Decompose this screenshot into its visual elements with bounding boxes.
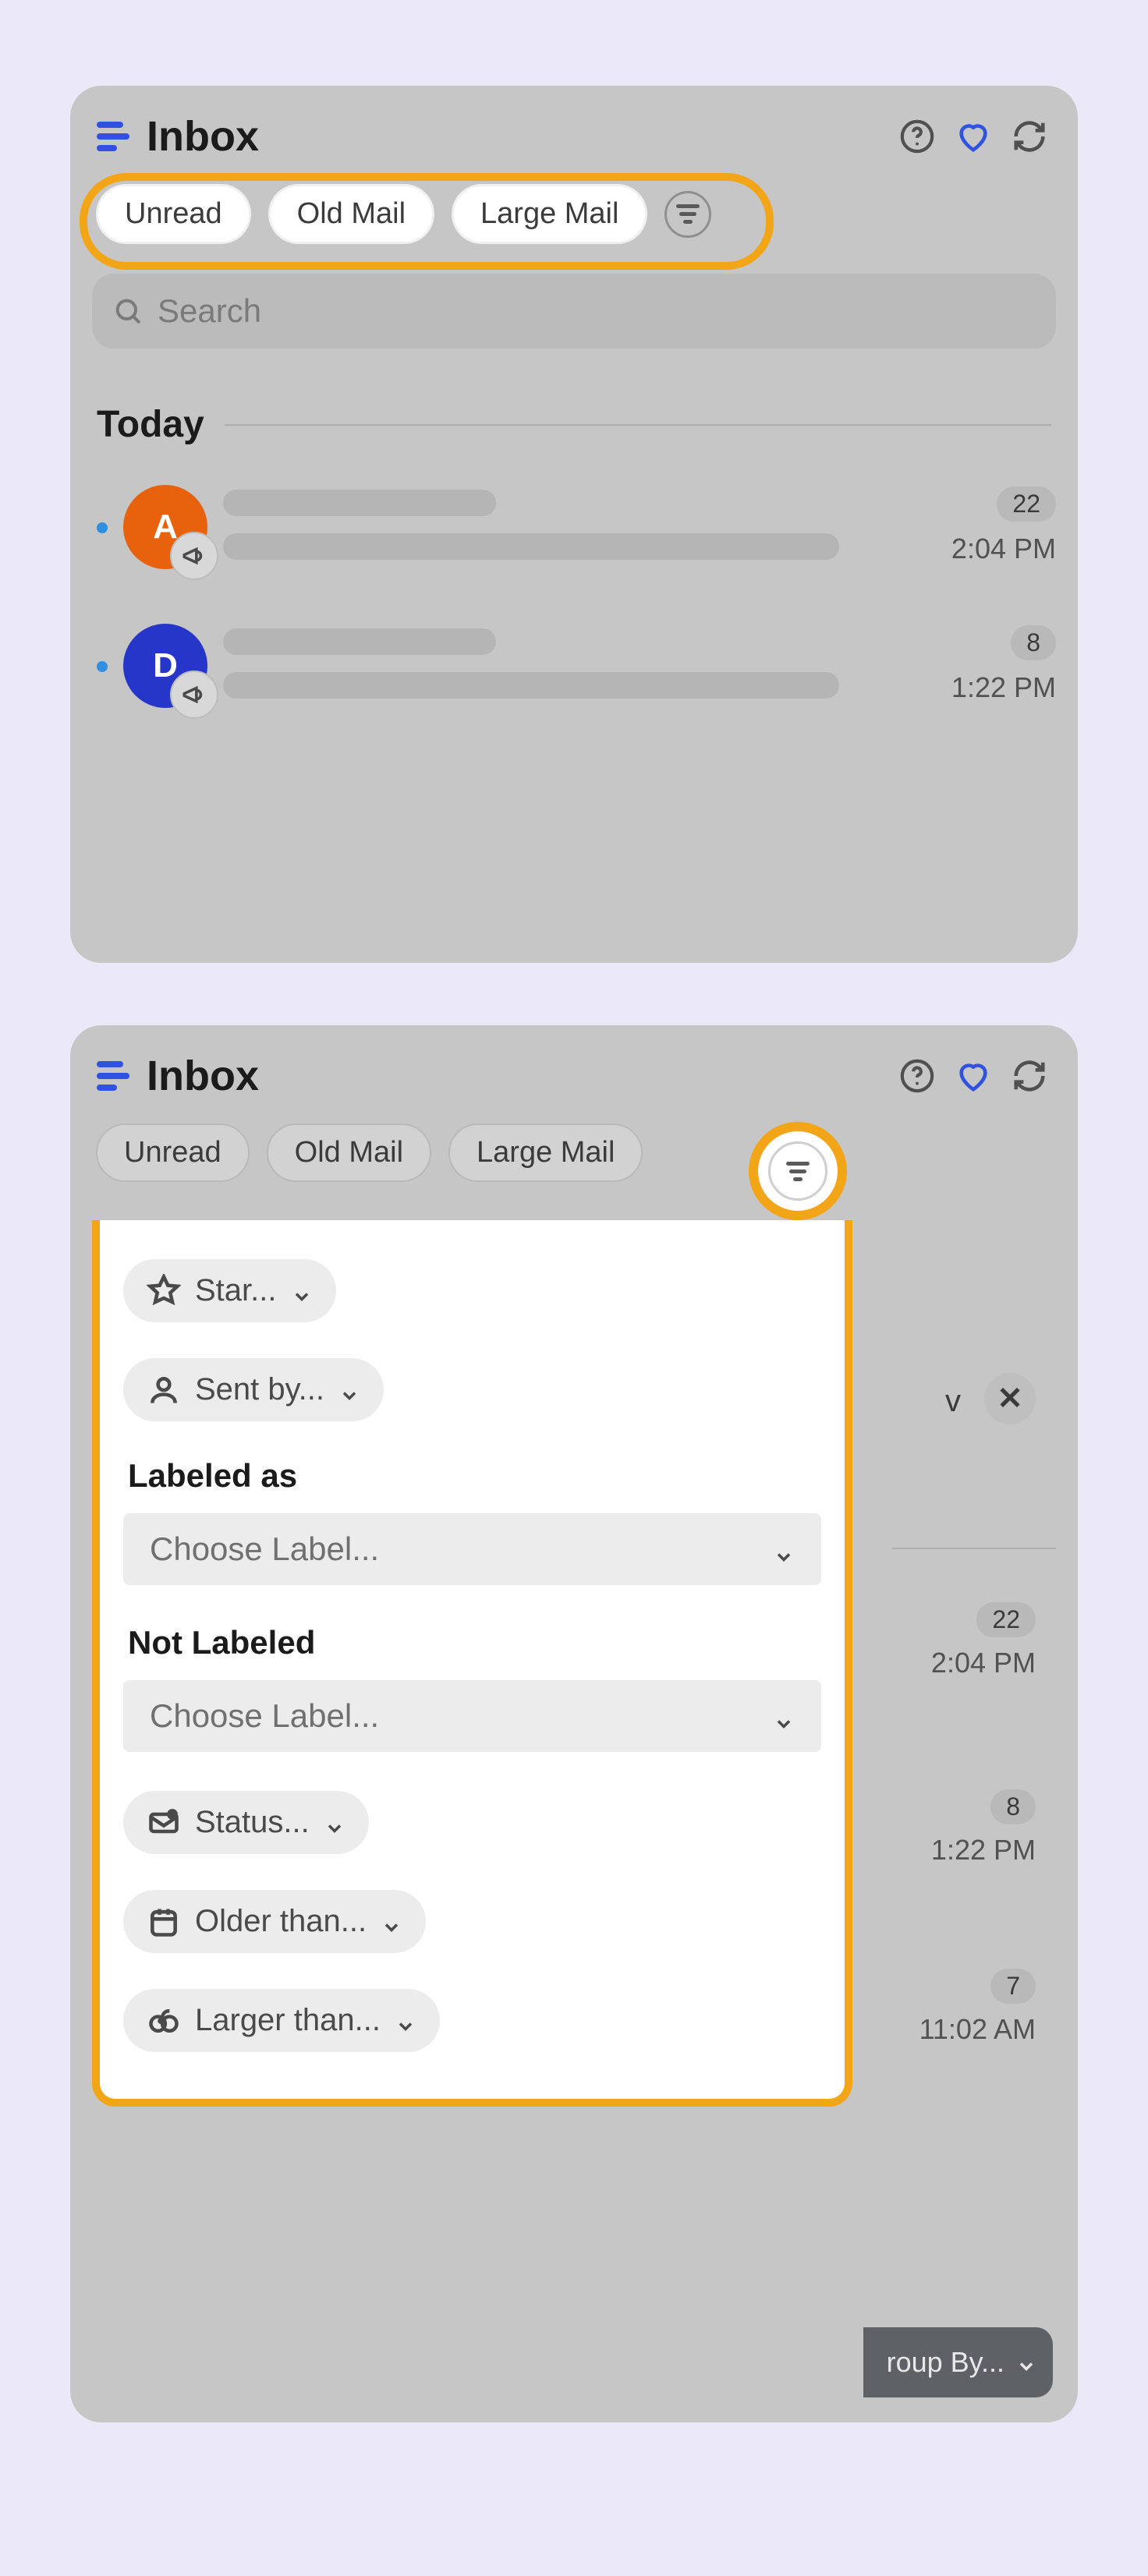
close-button[interactable]: ✕ (984, 1373, 1036, 1424)
labeled-as-select[interactable]: Choose Label... (123, 1513, 821, 1585)
help-icon[interactable] (895, 115, 939, 158)
menu-icon[interactable] (97, 122, 129, 151)
search-input[interactable]: Search (92, 274, 1056, 349)
larger-than-filter[interactable]: Larger than... (123, 1989, 440, 2052)
bg-email-meta: 22 2:04 PM (931, 1602, 1036, 1679)
avatar: D (123, 624, 207, 708)
email-time: 2:04 PM (951, 533, 1056, 565)
labeled-as-label: Labeled as (128, 1457, 821, 1495)
chip-unread[interactable]: Unread (96, 184, 251, 244)
chip-unread[interactable]: Unread (96, 1123, 250, 1182)
count-badge: 22 (976, 1602, 1036, 1637)
megaphone-icon (170, 671, 218, 719)
inbox-panel-top: Inbox Unread Old Mail Large Mail Search … (70, 86, 1078, 963)
unread-dot-icon (97, 661, 108, 672)
filter-popup: Star... Sent by... Labeled as Choose Lab… (92, 1220, 852, 2107)
chip-large-mail[interactable]: Large Mail (448, 1123, 643, 1182)
email-preview-skeleton (223, 533, 839, 560)
chevron-down-icon (338, 1379, 360, 1401)
inbox-panel-bottom: Inbox Unread Old Mail Large Mail v ✕ 22 … (70, 1025, 1078, 2422)
not-labeled-select[interactable]: Choose Label... (123, 1680, 821, 1752)
divider (225, 424, 1051, 426)
filter-chips: Unread Old Mail Large Mail (92, 1123, 1056, 1182)
chevron-down-icon (773, 1705, 795, 1727)
filter-button-highlight (749, 1122, 847, 1220)
older-than-filter[interactable]: Older than... (123, 1890, 426, 1953)
search-placeholder: Search (158, 292, 261, 330)
chevron-down-icon (1015, 2351, 1037, 2373)
chip-large-mail[interactable]: Large Mail (452, 184, 647, 244)
chevron-down-icon (395, 2010, 416, 2032)
count-badge: 22 (997, 487, 1056, 522)
page-title: Inbox (147, 112, 259, 161)
star-filter[interactable]: Star... (123, 1259, 336, 1322)
header: Inbox (92, 1049, 1056, 1100)
page-title: Inbox (147, 1052, 259, 1100)
megaphone-icon (170, 532, 218, 580)
filter-button[interactable] (664, 191, 711, 238)
chip-old-mail[interactable]: Old Mail (267, 1123, 431, 1182)
not-labeled-label: Not Labeled (128, 1624, 821, 1661)
help-icon[interactable] (895, 1054, 939, 1098)
avatar: A (123, 485, 207, 569)
favorite-icon[interactable] (951, 115, 995, 158)
count-badge: 8 (1011, 625, 1056, 660)
email-time: 1:22 PM (931, 1834, 1036, 1867)
unread-dot-icon (97, 522, 108, 533)
favorite-icon[interactable] (951, 1054, 995, 1098)
bg-email-meta: 7 11:02 AM (919, 1969, 1036, 2046)
chevron-down-icon (324, 1812, 345, 1834)
section-title: Today (97, 403, 204, 446)
email-subject-skeleton (223, 628, 496, 655)
filter-button[interactable] (768, 1141, 827, 1201)
divider (892, 1548, 1056, 1549)
section-header: Today (92, 403, 1056, 446)
chevron-down-icon (773, 1538, 795, 1560)
email-preview-skeleton (223, 672, 839, 699)
chevron-down-icon (291, 1280, 313, 1302)
refresh-icon[interactable] (1008, 115, 1051, 158)
count-badge: 7 (990, 1969, 1036, 2004)
count-badge: 8 (990, 1789, 1036, 1824)
email-time: 2:04 PM (931, 1647, 1036, 1679)
filter-chips: Unread Old Mail Large Mail (92, 184, 1056, 244)
email-list: A 22 2:04 PM D (92, 485, 1056, 708)
chevron-down-icon (381, 1911, 402, 1933)
email-item[interactable]: D 8 1:22 PM (92, 624, 1056, 708)
email-subject-skeleton (223, 490, 496, 516)
partial-text: v (945, 1384, 961, 1419)
status-filter[interactable]: Status... (123, 1791, 369, 1854)
bg-email-meta: 8 1:22 PM (931, 1789, 1036, 1867)
refresh-icon[interactable] (1008, 1054, 1051, 1098)
chip-old-mail[interactable]: Old Mail (268, 184, 434, 244)
menu-icon[interactable] (97, 1061, 129, 1091)
email-time: 1:22 PM (951, 671, 1056, 704)
sent-by-filter[interactable]: Sent by... (123, 1358, 384, 1421)
header: Inbox (92, 109, 1056, 161)
email-time: 11:02 AM (919, 2013, 1036, 2046)
group-by-button[interactable]: roup By... (863, 2327, 1053, 2397)
email-item[interactable]: A 22 2:04 PM (92, 485, 1056, 569)
